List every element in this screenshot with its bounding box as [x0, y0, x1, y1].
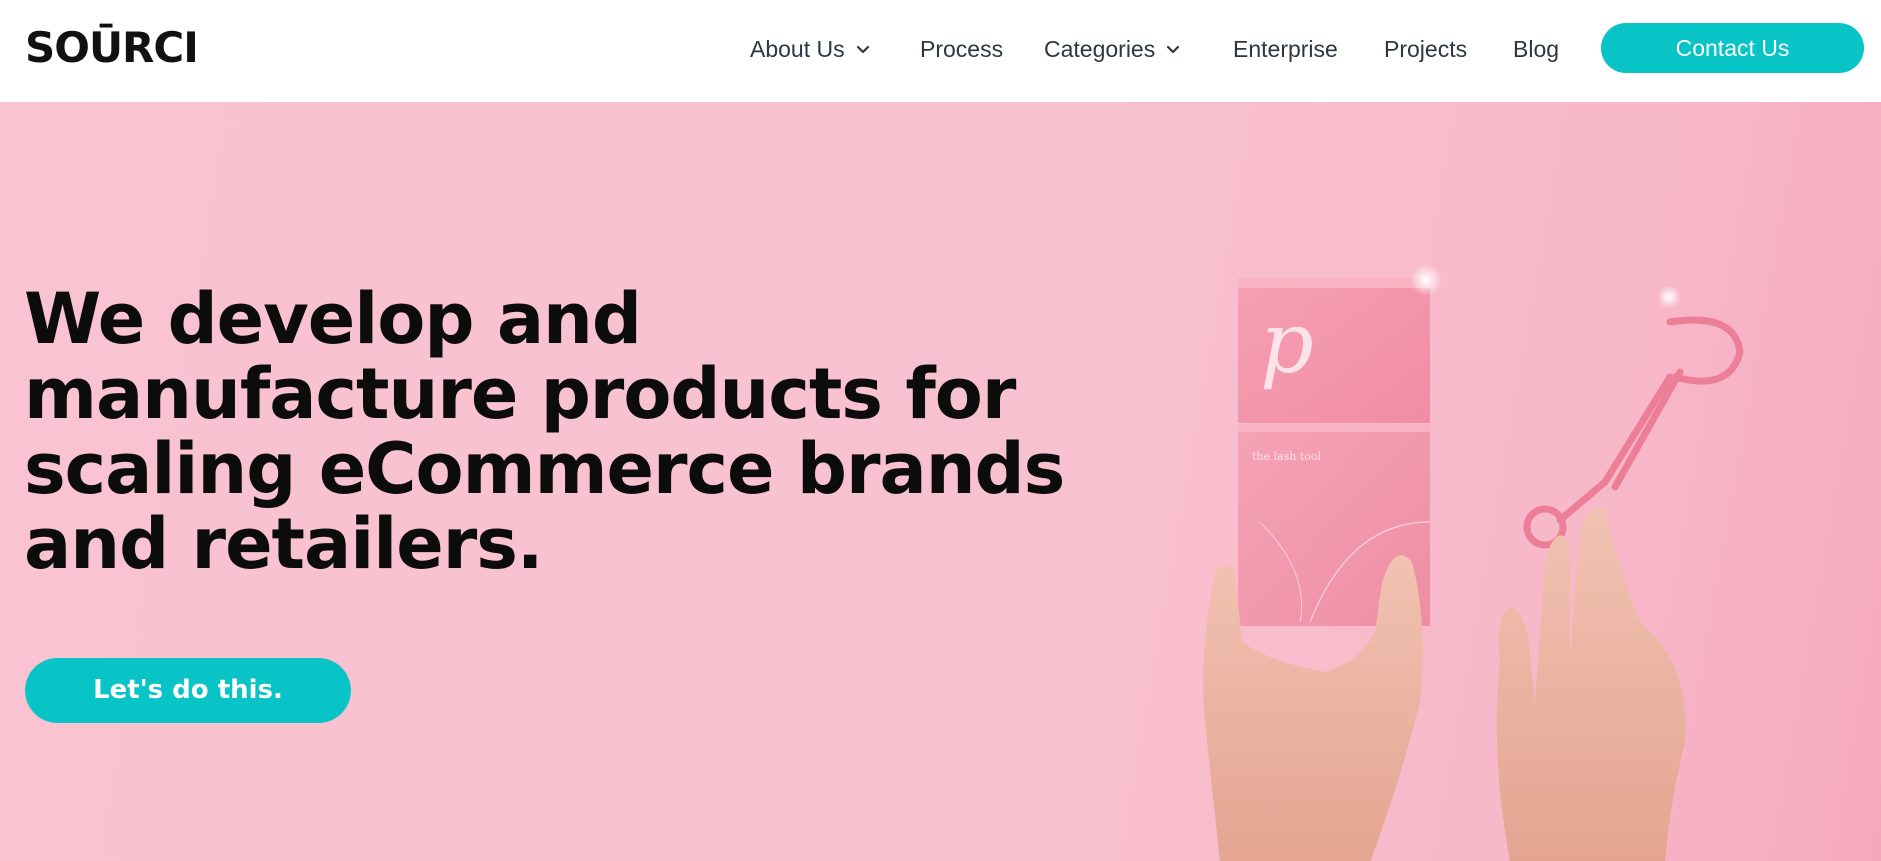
- nav-enterprise-label: Enterprise: [1233, 36, 1338, 62]
- main-nav: About Us Process Categories Enterprise P…: [0, 0, 1881, 102]
- hero-photo-illustration: p the lash tool: [1202, 264, 1744, 861]
- nav-enterprise[interactable]: Enterprise: [1233, 34, 1338, 64]
- product-box-text: the lash tool: [1252, 450, 1321, 463]
- site-header: SOŪRCI About Us Process Categories Enter…: [0, 0, 1881, 102]
- nav-categories-label: Categories: [1044, 36, 1156, 62]
- cta-button[interactable]: Let's do this.: [25, 658, 351, 723]
- hero-title: We develop and manufacture products for …: [24, 278, 1065, 585]
- eyelash-curler-icon: [1523, 316, 1744, 549]
- nav-blog[interactable]: Blog: [1513, 34, 1559, 64]
- right-hand: [1496, 507, 1686, 861]
- nav-projects[interactable]: Projects: [1384, 34, 1467, 64]
- hero-section: We develop and manufacture products for …: [0, 102, 1881, 861]
- nav-process-label: Process: [920, 36, 1004, 62]
- nav-blog-label: Blog: [1513, 36, 1560, 62]
- nav-categories[interactable]: Categories: [1044, 34, 1181, 64]
- product-box-brand: p: [1260, 294, 1314, 392]
- nav-about-us[interactable]: About Us: [750, 34, 871, 64]
- hero-product-photo: p the lash tool: [1150, 102, 1881, 861]
- nav-projects-label: Projects: [1384, 36, 1468, 62]
- sparkle-icon: [1410, 264, 1442, 296]
- nav-process[interactable]: Process: [920, 34, 1003, 64]
- chevron-down-icon: [856, 45, 869, 54]
- nav-about-us-label: About Us: [750, 36, 845, 62]
- chevron-down-icon: [1167, 45, 1180, 54]
- sparkle-icon: [1657, 285, 1681, 309]
- contact-us-button[interactable]: Contact Us: [1601, 23, 1864, 73]
